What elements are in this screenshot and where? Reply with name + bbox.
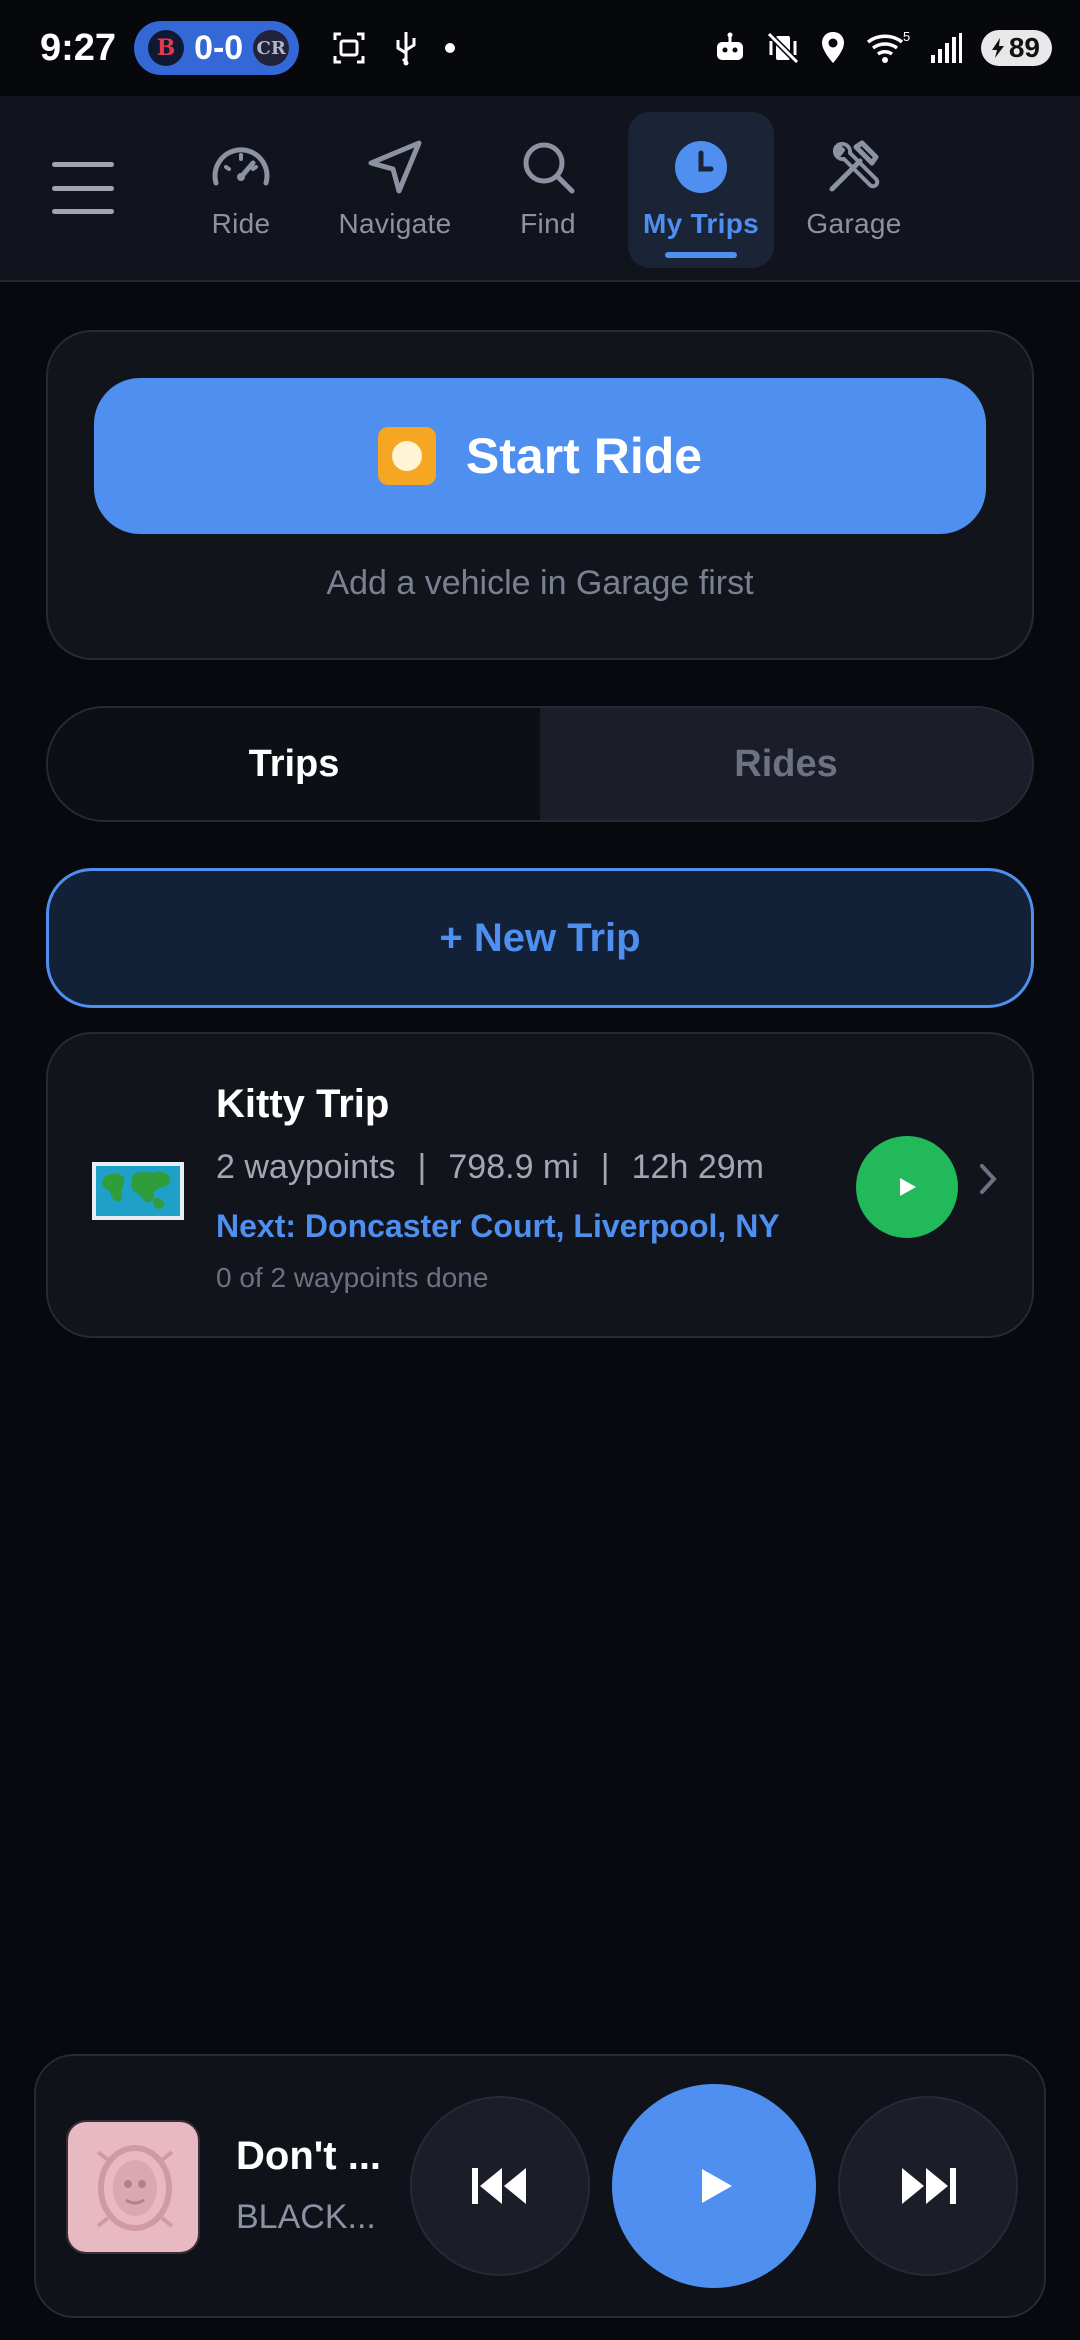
battery-level: 89 bbox=[1008, 32, 1040, 63]
rockies-logo-icon: CR bbox=[253, 30, 290, 66]
skip-previous-icon bbox=[472, 2168, 526, 2204]
status-notification-icons bbox=[331, 30, 456, 66]
segment-rides[interactable]: Rides bbox=[540, 708, 1032, 820]
vibrate-mute-icon bbox=[765, 30, 801, 66]
trip-duration: 12h 29m bbox=[631, 1148, 764, 1186]
live-score: 0-0 bbox=[194, 28, 244, 67]
start-ride-hint: Add a vehicle in Garage first bbox=[326, 564, 754, 602]
world-map-icon bbox=[90, 1158, 186, 1224]
trip-title: Kitty Trip bbox=[216, 1082, 390, 1126]
active-tab-indicator bbox=[665, 252, 737, 258]
tab-ride[interactable]: Ride bbox=[196, 112, 286, 268]
trip-stats: 2 waypoints | 798.9 mi | 12h 29m bbox=[216, 1148, 764, 1187]
live-score-pill[interactable]: B 0-0 CR bbox=[134, 21, 300, 75]
start-ride-card: Start Ride Add a vehicle in Garage first bbox=[46, 330, 1034, 660]
play-icon bbox=[702, 2169, 732, 2203]
trip-card[interactable]: Kitty Trip 2 waypoints | 798.9 mi | 12h … bbox=[46, 1032, 1034, 1338]
screenshot-icon bbox=[331, 30, 367, 66]
previous-track-button[interactable] bbox=[410, 2096, 590, 2276]
tab-my-trips-label: My Trips bbox=[643, 208, 759, 239]
red-sox-logo-icon: B bbox=[148, 30, 185, 66]
record-icon bbox=[377, 427, 436, 485]
status-bar-left: 9:27 B 0-0 CR bbox=[40, 21, 456, 75]
start-ride-label: Start Ride bbox=[465, 428, 703, 484]
battery-indicator: 89 bbox=[980, 30, 1052, 66]
tab-find[interactable]: Find bbox=[508, 112, 588, 268]
stat-separator: | bbox=[417, 1148, 427, 1186]
android-robot-icon bbox=[713, 31, 747, 65]
top-navigation-bar: Ride Navigate Find My Trips Garage bbox=[0, 96, 1080, 282]
segment-trips[interactable]: Trips bbox=[48, 708, 540, 820]
usb-icon bbox=[393, 30, 419, 66]
chevron-right-icon[interactable] bbox=[978, 1162, 998, 1206]
tab-ride-label: Ride bbox=[211, 208, 271, 239]
trip-waypoints: 2 waypoints bbox=[216, 1148, 396, 1186]
speedometer-icon bbox=[210, 132, 272, 202]
tab-my-trips[interactable]: My Trips bbox=[628, 112, 774, 268]
tab-garage-label: Garage bbox=[806, 208, 902, 239]
clock-time: 9:27 bbox=[40, 26, 117, 69]
song-title: Don't ... bbox=[236, 2134, 382, 2178]
notification-dot-icon bbox=[445, 43, 456, 53]
wifi-icon: 5 bbox=[865, 29, 911, 67]
status-bar-right: 5 89 bbox=[713, 29, 1052, 67]
status-bar: 9:27 B 0-0 CR 5 89 bbox=[0, 0, 1080, 96]
next-track-button[interactable] bbox=[838, 2096, 1018, 2276]
tab-navigate[interactable]: Navigate bbox=[330, 112, 460, 268]
tools-icon bbox=[822, 132, 886, 202]
album-art[interactable] bbox=[66, 2120, 200, 2254]
search-icon bbox=[520, 132, 576, 202]
song-artist: BLACK... bbox=[236, 2198, 376, 2236]
trip-distance: 798.9 mi bbox=[448, 1148, 579, 1186]
new-trip-button[interactable]: + New Trip bbox=[46, 868, 1034, 1008]
cell-signal-icon bbox=[929, 31, 963, 65]
tab-find-label: Find bbox=[520, 208, 576, 239]
media-player: Don't ... BLACK... bbox=[34, 2054, 1046, 2318]
location-pin-icon bbox=[819, 30, 847, 66]
tab-navigate-label: Navigate bbox=[338, 208, 452, 239]
clock-icon bbox=[673, 132, 729, 202]
wifi-superscript: 5 bbox=[903, 29, 910, 44]
hamburger-menu-icon[interactable] bbox=[52, 162, 114, 214]
start-trip-button[interactable] bbox=[856, 1136, 958, 1238]
start-ride-button[interactable]: Start Ride bbox=[94, 378, 986, 534]
navigation-arrow-icon bbox=[367, 132, 423, 202]
trip-next-waypoint: Next: Doncaster Court, Liverpool, NY bbox=[216, 1208, 780, 1244]
trips-rides-toggle: Trips Rides bbox=[46, 706, 1034, 822]
charging-bolt-icon bbox=[991, 38, 1004, 58]
skip-next-icon bbox=[902, 2168, 956, 2204]
play-pause-button[interactable] bbox=[612, 2084, 816, 2288]
play-icon bbox=[900, 1178, 916, 1196]
tab-garage[interactable]: Garage bbox=[804, 112, 904, 268]
trip-progress: 0 of 2 waypoints done bbox=[216, 1262, 489, 1293]
stat-separator: | bbox=[600, 1148, 610, 1186]
